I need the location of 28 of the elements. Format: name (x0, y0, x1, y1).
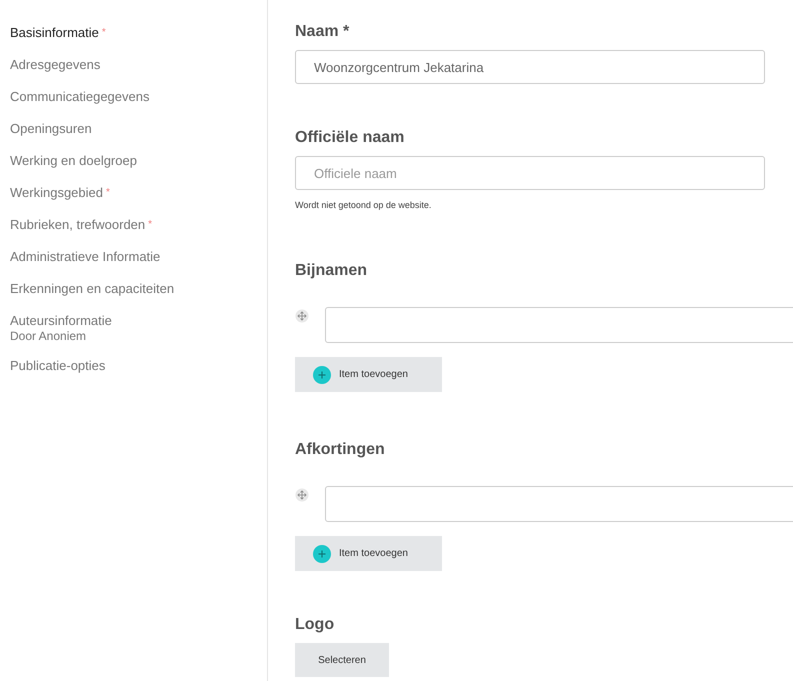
sidebar-item[interactable]: Werkingsgebied * (10, 184, 267, 202)
input-field[interactable]: Officiele naam (295, 156, 765, 190)
field-label: Naam * (295, 22, 350, 42)
input-field[interactable]: Woonzorgcentrum Jekatarina (295, 50, 765, 84)
drag-handle-icon[interactable] (295, 309, 309, 323)
sidebar-item[interactable]: Adresgegevens (10, 56, 267, 74)
field-label: Logo (295, 615, 336, 635)
sidebar-item[interactable]: Publicatie-opties (10, 357, 267, 375)
field-label: Bijnamen (295, 261, 368, 281)
plus-icon (313, 544, 331, 562)
sidebar-item[interactable]: Administratieve Informatie (10, 248, 267, 266)
field-label: Afkortingen (295, 440, 386, 460)
sidebar-item[interactable]: Auteursinformatie Door Anoniem (10, 312, 267, 343)
sidebar-item[interactable]: Communicatiegegevens (10, 88, 267, 106)
plus-icon (313, 366, 331, 384)
input-field[interactable] (325, 307, 793, 343)
drag-handle-icon[interactable] (295, 488, 309, 502)
add-item-button[interactable]: Item toevoegen (295, 357, 442, 392)
sidebar-item[interactable]: Rubrieken, trefwoorden * (10, 216, 267, 234)
field-label: Officiële naam (295, 128, 406, 148)
add-item-button[interactable]: Item toevoegen (295, 536, 442, 571)
select-button[interactable]: Selecteren (295, 643, 389, 677)
input-field[interactable] (325, 486, 793, 522)
sidebar-item[interactable]: Werking en doelgroep (10, 152, 267, 170)
help-text: Wordt niet getoond op de website. (295, 199, 432, 211)
sidebar-item[interactable]: Erkenningen en capaciteiten (10, 280, 267, 298)
sidebar-item[interactable]: Openingsuren (10, 120, 267, 138)
sidebar-item[interactable]: Basisinformatie * (10, 24, 267, 42)
